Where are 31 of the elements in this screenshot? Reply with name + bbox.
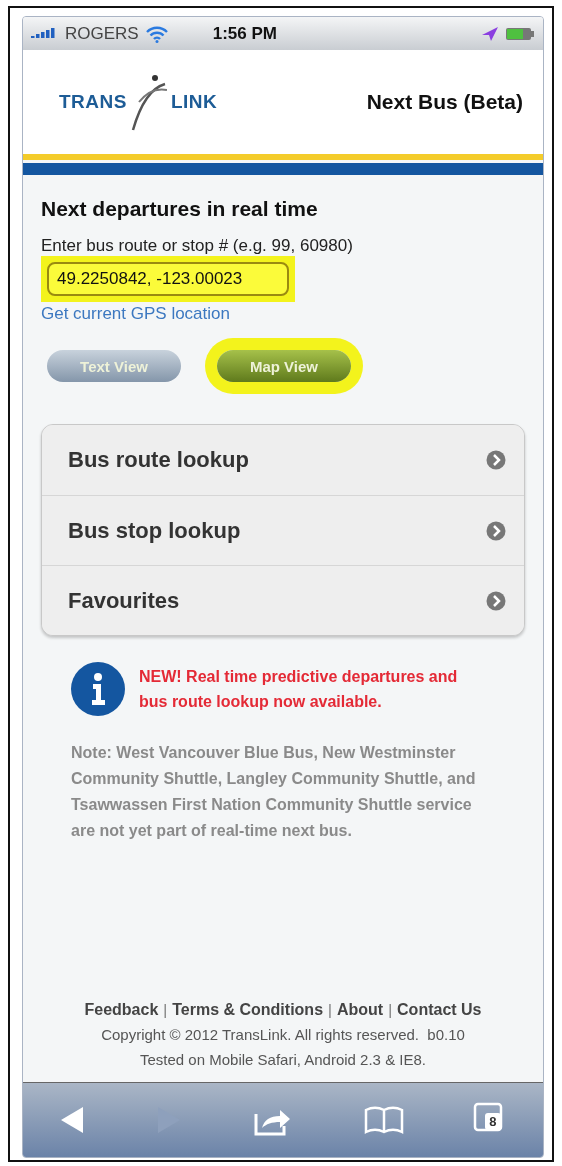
wifi-icon: [144, 24, 169, 43]
gps-link[interactable]: Get current GPS location: [41, 304, 525, 324]
chevron-icon: [486, 450, 506, 470]
menu-item[interactable]: Bus stop lookup: [42, 495, 524, 565]
tested-text: Tested on Mobile Safari, Android 2.3 & IE8.: [140, 1050, 426, 1070]
separator: |: [328, 1000, 332, 1020]
menu-item[interactable]: Favourites: [42, 565, 524, 635]
chevron-icon: [486, 590, 506, 611]
tabs-button[interactable]: 8: [471, 1100, 512, 1140]
location-arrow-icon: [481, 25, 499, 42]
info-icon: [71, 662, 125, 716]
footer-link[interactable]: Contact Us: [397, 997, 482, 1022]
route-input-field[interactable]: 49.2250842, -123.00023: [47, 262, 289, 296]
copyright-text: Copyright © 2012 TransLink. All rights reserved. b0.10: [101, 1025, 465, 1045]
battery-icon: [505, 26, 535, 41]
footer-link[interactable]: About: [336, 997, 384, 1022]
translink-logo: TRANS LINK: [59, 72, 218, 132]
separator: |: [163, 1000, 168, 1020]
note-text: Note: West Vancouver Blue Bus, New Westminster Community Shuttle, Langley Community Shuttle, and Tsawwassen First Nation Community Shuttle service are not yet part of real-time next bus.: [71, 743, 477, 841]
menu-item[interactable]: Bus route lookup: [42, 425, 524, 495]
page-title: Next Bus (Beta): [366, 90, 523, 114]
carrier-name: ROGERS: [65, 23, 139, 44]
footer-link[interactable]: Terms & Conditions: [172, 997, 324, 1022]
book-icon: [364, 1106, 405, 1134]
notice-text: NEW! Real time predictive departures and bus route lookup now available.: [139, 667, 459, 712]
separator: |: [388, 1000, 393, 1020]
input-label: Enter bus route or stop # (e.g. 99, 60980): [41, 236, 354, 256]
chevron-icon: [486, 520, 506, 541]
clock-time: 1:56 PM: [212, 23, 277, 44]
section-heading: Next departures in real time: [41, 197, 319, 221]
footer-link[interactable]: Feedback: [84, 997, 159, 1022]
